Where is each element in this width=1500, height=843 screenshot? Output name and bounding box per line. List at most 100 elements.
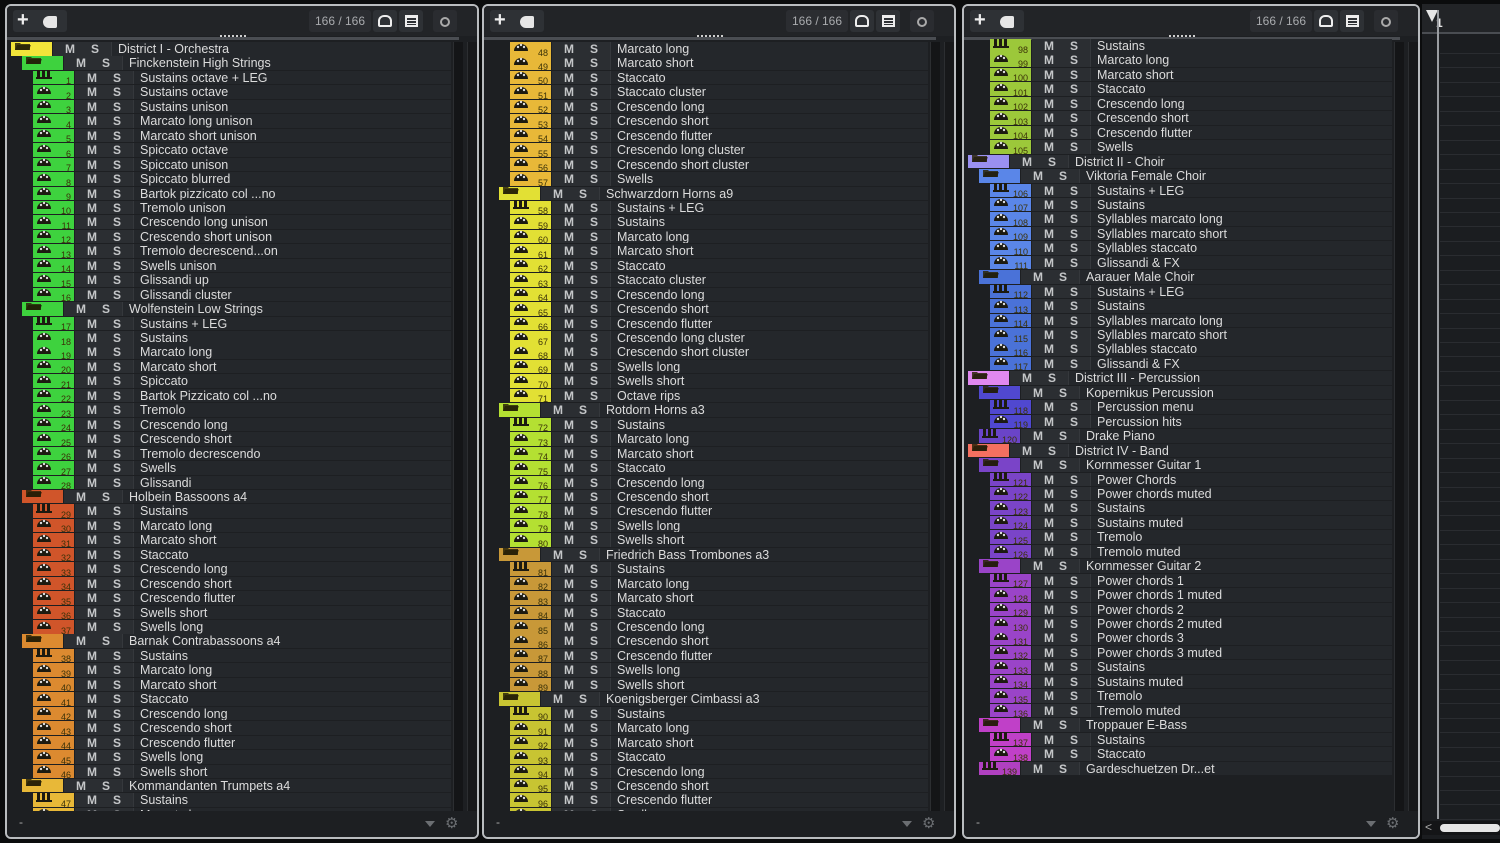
track-name[interactable]: Power chords 3 muted (1090, 645, 1392, 660)
mute-button[interactable]: M (564, 201, 574, 215)
track-name[interactable]: Marcato long (133, 663, 451, 677)
track-name[interactable]: Crescendo short (610, 489, 928, 504)
instrument-track-row[interactable]: 68 M S Crescendo short cluster (484, 345, 928, 361)
solo-button[interactable]: S (113, 765, 121, 779)
instrument-track-row[interactable]: 102 M S Crescendo long (964, 96, 1392, 112)
solo-button[interactable]: S (102, 302, 110, 316)
mute-button[interactable]: M (564, 461, 574, 475)
mute-button[interactable]: M (564, 114, 574, 128)
arrange-ruler-area[interactable]: 1 < (1422, 4, 1500, 839)
solo-button[interactable]: S (590, 85, 598, 99)
solo-button[interactable]: S (1070, 704, 1078, 718)
track-name[interactable]: Sustains (1090, 732, 1392, 747)
mute-button[interactable]: M (1044, 689, 1054, 703)
solo-button[interactable]: S (113, 403, 121, 417)
solo-button[interactable]: S (113, 533, 121, 547)
track-name[interactable]: Crescendo flutter (1090, 125, 1392, 140)
instrument-track-row[interactable]: 42 M S Crescendo long (7, 706, 451, 722)
instrument-track-row[interactable]: 118 M S Percussion menu (964, 399, 1392, 416)
track-name[interactable]: Crescendo long (133, 562, 451, 576)
mute-button[interactable]: M (87, 562, 97, 576)
mute-button[interactable]: M (1044, 747, 1054, 761)
mute-button[interactable]: M (87, 649, 97, 663)
instrument-track-row[interactable]: 66 M S Crescendo flutter (484, 316, 928, 332)
solo-button[interactable]: S (102, 634, 110, 648)
mute-button[interactable]: M (564, 620, 574, 634)
solo-button[interactable]: S (590, 490, 598, 504)
mute-button[interactable]: M (1044, 501, 1054, 515)
folder-track-row[interactable]: M S Kornmesser Guitar 2 (964, 559, 1392, 573)
mute-button[interactable]: M (1033, 386, 1043, 400)
mute-button[interactable]: M (87, 418, 97, 432)
track-name[interactable]: Marcato long (133, 518, 451, 533)
instrument-track-row[interactable]: 80 M S Swells short (484, 533, 928, 549)
mute-button[interactable]: M (564, 302, 574, 316)
instrument-track-row[interactable]: 124 M S Sustains muted (964, 515, 1392, 531)
mute-button[interactable]: M (553, 692, 563, 706)
track-name[interactable]: Sustains (610, 215, 928, 229)
mute-button[interactable]: M (87, 389, 97, 403)
solo-button[interactable]: S (1070, 487, 1078, 501)
vertical-scrollbar[interactable] (930, 42, 940, 811)
solo-button[interactable]: S (590, 721, 598, 735)
solo-button[interactable]: S (113, 114, 121, 128)
track-name[interactable]: Crescendo long (610, 287, 928, 302)
mute-button[interactable]: M (564, 129, 574, 143)
mute-button[interactable]: M (564, 504, 574, 518)
solo-button[interactable]: S (590, 201, 598, 215)
track-name[interactable]: Sustains (1090, 39, 1392, 53)
mute-button[interactable]: M (553, 403, 563, 417)
track-color-strip[interactable]: 139 (979, 761, 1020, 777)
track-name[interactable]: Viktoria Female Choir (1079, 169, 1392, 183)
track-name[interactable]: Sustains (133, 331, 451, 345)
track-name[interactable]: Crescendo short cluster (610, 157, 928, 172)
mute-button[interactable]: M (87, 85, 97, 99)
mute-button[interactable]: M (76, 634, 86, 648)
instrument-track-row[interactable]: 49 M S Marcato short (484, 56, 928, 72)
instrument-track-row[interactable]: 40 M S Marcato short (7, 677, 451, 693)
solo-button[interactable]: S (113, 345, 121, 359)
dropdown-arrow-icon[interactable] (902, 821, 912, 827)
track-name[interactable]: Staccato cluster (610, 273, 928, 287)
track-name[interactable]: Swells unison (133, 258, 451, 273)
solo-button[interactable]: S (113, 230, 121, 244)
mute-button[interactable]: M (1044, 126, 1054, 140)
track-name[interactable]: Swells long (133, 750, 451, 764)
track-name[interactable]: Marcato short (610, 56, 928, 70)
solo-button[interactable]: S (1070, 212, 1078, 226)
track-name[interactable]: Spiccato octave (133, 143, 451, 157)
solo-button[interactable]: S (1070, 617, 1078, 631)
track-name[interactable]: Crescendo long (610, 475, 928, 489)
solo-button[interactable]: S (113, 663, 121, 677)
track-name[interactable]: Kopernikus Percussion (1079, 385, 1392, 400)
solo-button[interactable]: S (91, 42, 99, 56)
mute-button[interactable]: M (564, 577, 574, 591)
instrument-track-row[interactable]: 25 M S Crescendo short (7, 432, 451, 448)
track-name[interactable]: Tremolo decrescend...on (133, 244, 451, 258)
mute-button[interactable]: M (87, 259, 97, 273)
instrument-track-row[interactable]: 137 M S Sustains (964, 732, 1392, 748)
mute-button[interactable]: M (564, 360, 574, 374)
track-name[interactable]: Marcato short (610, 591, 928, 605)
solo-button[interactable]: S (1070, 603, 1078, 617)
instrument-track-row[interactable]: 115 M S Syllables marcato short (964, 328, 1392, 344)
track-name[interactable]: Bartok pizzicato col ...no (133, 186, 451, 200)
track-name[interactable]: Finckenstein High Strings (122, 56, 451, 70)
mute-button[interactable]: M (87, 187, 97, 201)
track-name[interactable]: Swells (133, 461, 451, 475)
solo-button[interactable]: S (113, 721, 121, 735)
mute-button[interactable]: M (87, 533, 97, 547)
solo-button[interactable]: S (590, 750, 598, 764)
mute-button[interactable]: M (87, 172, 97, 186)
mute-button[interactable]: M (65, 42, 75, 56)
track-color-strip[interactable]: 117 (990, 356, 1031, 372)
mute-button[interactable]: M (1044, 342, 1054, 356)
solo-button[interactable]: S (1070, 646, 1078, 660)
folder-track-row[interactable]: M S Wolfenstein Low Strings (7, 302, 451, 316)
instrument-track-row[interactable]: 95 M S Crescendo short (484, 778, 928, 794)
solo-button[interactable]: S (102, 779, 110, 793)
mute-button[interactable]: M (87, 606, 97, 620)
folder-track-row[interactable]: M S Kornmesser Guitar 1 (964, 458, 1392, 472)
track-name[interactable]: Sustains (133, 793, 451, 807)
mute-button[interactable]: M (76, 302, 86, 316)
